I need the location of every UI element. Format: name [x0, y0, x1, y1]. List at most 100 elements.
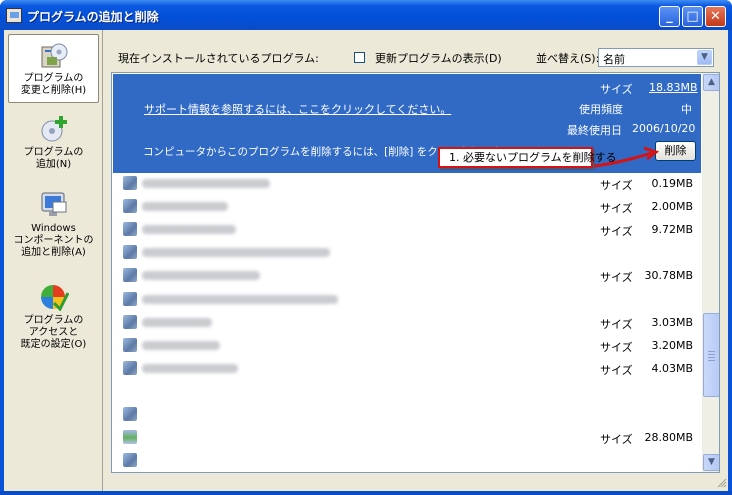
sidebar-label-line: 追加(N): [35, 159, 72, 170]
size-label: サイズ: [600, 202, 633, 215]
window-frame-bottom: [0, 491, 732, 495]
program-name-blurred: [142, 248, 330, 257]
window-title: プログラムの追加と削除: [27, 10, 159, 24]
program-icon: [123, 292, 137, 306]
size-value[interactable]: 18.83MB: [649, 81, 698, 94]
program-icon: [123, 361, 137, 375]
size-value: 9.72MB: [651, 223, 693, 236]
sidebar-label-line: Windows: [31, 223, 76, 234]
size-value: 0.19MB: [651, 177, 693, 190]
sidebar-label-line: アクセスと: [28, 327, 79, 338]
program-icon: [123, 338, 137, 352]
program-access-defaults-icon: [40, 285, 69, 311]
last-used-label: 最終使用日: [567, 124, 622, 137]
sidebar-item-program-access-defaults[interactable]: プログラムの アクセスと 既定の設定(O): [8, 283, 99, 355]
program-icon: [123, 453, 137, 467]
program-icon: [123, 407, 137, 421]
sidebar-label-line: 追加と削除(A): [21, 247, 86, 258]
size-label: サイズ: [600, 271, 633, 284]
program-icon: [123, 222, 137, 236]
scroll-down-button[interactable]: ▼: [703, 454, 719, 471]
program-icon: [123, 268, 137, 282]
resize-grip-icon[interactable]: [717, 478, 727, 488]
sidebar-item-windows-components[interactable]: Windows コンポーネントの 追加と削除(A): [8, 191, 99, 263]
show-updates-checkbox[interactable]: [354, 52, 365, 63]
program-row[interactable]: [113, 404, 701, 426]
size-label: サイズ: [600, 225, 633, 238]
chevron-down-icon[interactable]: ▼: [697, 50, 712, 65]
grip-line: [708, 351, 715, 352]
maximize-button[interactable]: □: [682, 6, 703, 27]
program-row[interactable]: サイズ 9.72MB: [113, 219, 701, 241]
show-updates-label[interactable]: 更新プログラムの表示(D): [375, 50, 502, 66]
program-icon: [123, 199, 137, 213]
program-row[interactable]: [113, 450, 701, 472]
program-name-blurred: [142, 341, 220, 350]
sort-by-label: 並べ替え(S):: [536, 52, 600, 65]
grip-line: [708, 360, 715, 361]
sidebar-label-line: プログラムの: [23, 147, 84, 158]
program-row[interactable]: サイズ 0.19MB: [113, 173, 701, 195]
size-label: サイズ: [600, 364, 633, 377]
sidebar-label-line: プログラムの: [23, 73, 84, 84]
sidebar-label-line: 既定の設定(O): [20, 339, 87, 350]
size-label: サイズ: [600, 179, 633, 192]
task-sidebar: プログラムの 変更と削除(H) プログラムの 追加(N) Windows コンポ…: [4, 30, 103, 491]
frequency-value[interactable]: 中: [681, 101, 692, 117]
program-name-blurred: [142, 295, 338, 304]
program-row[interactable]: [113, 381, 701, 403]
sidebar-label-line: プログラムの: [23, 315, 84, 326]
size-label: サイズ: [600, 433, 633, 446]
program-row[interactable]: サイズ 2.00MB: [113, 196, 701, 218]
program-row[interactable]: サイズ 28.80MB: [113, 427, 701, 449]
annotation-callout: 1. 必要ないプログラムを削除する: [438, 147, 617, 168]
sidebar-label-line: コンポーネントの: [13, 235, 94, 246]
control-panel-icon[interactable]: [6, 8, 22, 23]
add-programs-icon: [41, 116, 67, 142]
add-remove-programs-window: プログラムの追加と削除 _ □ ✕ プログラムの 変更と削除(H) プログラムの…: [0, 0, 732, 495]
close-button[interactable]: ✕: [705, 6, 726, 27]
program-row[interactable]: サイズ 3.03MB: [113, 312, 701, 334]
size-value: 30.78MB: [644, 269, 693, 282]
installed-programs-label: 現在インストールされているプログラム:: [118, 52, 319, 65]
program-name-blurred: [142, 318, 212, 327]
program-icon: [123, 430, 137, 444]
size-value: 2.00MB: [651, 200, 693, 213]
size-value: 4.03MB: [651, 362, 693, 375]
size-value: 3.03MB: [651, 316, 693, 329]
program-icon: [123, 315, 137, 329]
program-icon: [123, 176, 137, 190]
program-row[interactable]: サイズ 30.78MB: [113, 265, 701, 287]
sort-by-dropdown[interactable]: 名前 ▼: [598, 48, 714, 67]
minimize-button[interactable]: _: [659, 6, 680, 27]
program-row[interactable]: サイズ 4.03MB: [113, 358, 701, 380]
program-name-blurred: [142, 202, 228, 211]
scroll-up-button[interactable]: ▲: [703, 74, 719, 91]
support-info-link[interactable]: サポート情報を参照するには、ここをクリックしてください。: [144, 101, 451, 117]
frequency-label: 使用頻度: [579, 103, 623, 116]
sidebar-item-add-programs[interactable]: プログラムの 追加(N): [8, 115, 99, 175]
program-name-blurred: [142, 179, 270, 188]
program-name-blurred: [142, 225, 236, 234]
program-list[interactable]: サイズ 18.83MB サポート情報を参照するには、ここをクリックしてください。…: [111, 72, 720, 473]
program-row[interactable]: [113, 242, 701, 264]
windows-components-icon: [41, 192, 66, 216]
last-used-value: 2006/10/20: [632, 122, 696, 135]
size-label: サイズ: [600, 318, 633, 331]
program-row[interactable]: サイズ 3.20MB: [113, 335, 701, 357]
title-bar[interactable]: プログラムの追加と削除 _ □ ✕: [0, 0, 732, 30]
size-label: サイズ: [600, 83, 633, 96]
program-name-blurred: [142, 364, 238, 373]
vertical-scrollbar[interactable]: ▲ ▼: [702, 73, 719, 472]
window-client-area: プログラムの 変更と削除(H) プログラムの 追加(N) Windows コンポ…: [4, 30, 728, 491]
change-remove-programs-icon: [41, 43, 67, 68]
program-row[interactable]: [113, 289, 701, 311]
sidebar-item-change-remove[interactable]: プログラムの 変更と削除(H): [8, 34, 99, 103]
program-list-toolbar: 現在インストールされているプログラム: 更新プログラムの表示(D) 並べ替え(S…: [104, 30, 728, 72]
size-label: サイズ: [600, 341, 633, 354]
grip-line: [708, 354, 715, 355]
grip-line: [708, 357, 715, 358]
scroll-thumb[interactable]: [703, 313, 719, 397]
size-value: 3.20MB: [651, 339, 693, 352]
sidebar-label-line: 変更と削除(H): [20, 85, 87, 96]
